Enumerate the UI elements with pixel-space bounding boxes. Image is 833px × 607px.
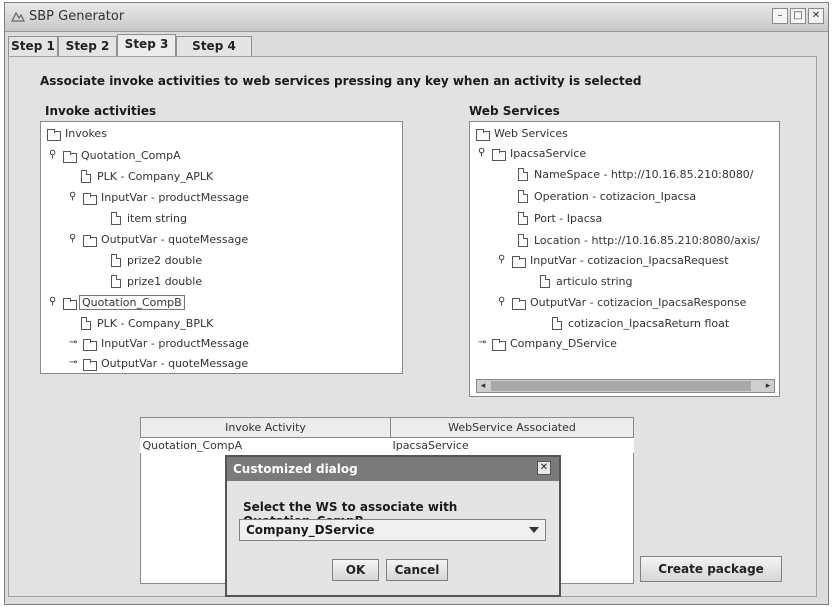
- folder-icon: [83, 339, 97, 351]
- collapsed-handle-icon[interactable]: ⊸: [69, 337, 77, 348]
- tab-step-4[interactable]: Step 4: [176, 36, 252, 56]
- tree-node-cotizacion-return[interactable]: cotizacion_IpacsaReturn float: [568, 317, 729, 330]
- document-icon: [518, 168, 528, 181]
- column-header-webservice-associated[interactable]: WebService Associated: [390, 417, 634, 438]
- ws-select-value: Company_DService: [246, 523, 375, 537]
- tree-node-ipacsa-service[interactable]: IpacsaService: [510, 147, 586, 160]
- document-icon: [518, 190, 528, 203]
- tree-node-plk-a[interactable]: PLK - Company_APLK: [97, 170, 213, 183]
- document-icon: [81, 317, 91, 330]
- app-icon: [11, 11, 25, 22]
- table-row[interactable]: Quotation_CompA IpacsaService: [141, 438, 634, 454]
- tree-node-company-dservice[interactable]: Company_DService: [510, 337, 617, 350]
- expand-handle-icon[interactable]: ⚲: [49, 149, 56, 160]
- title-bar[interactable]: SBP Generator – □ ✕: [5, 3, 828, 32]
- tree-node-prize1[interactable]: prize1 double: [127, 275, 202, 288]
- document-icon: [518, 234, 528, 247]
- collapsed-handle-icon[interactable]: ⊸: [478, 337, 486, 348]
- association-table[interactable]: Invoke Activity WebService Associated Qu…: [140, 417, 634, 453]
- tree-node-ws-inputvar[interactable]: InputVar - cotizacion_IpacsaRequest: [530, 254, 729, 267]
- folder-icon: [47, 129, 61, 141]
- document-icon: [540, 275, 550, 288]
- scroll-left-icon[interactable]: ◂: [477, 380, 489, 392]
- document-icon: [81, 170, 91, 183]
- maximize-button[interactable]: □: [790, 8, 806, 24]
- scrollbar-thumb[interactable]: [491, 381, 751, 391]
- horizontal-scrollbar[interactable]: ◂ ▸: [476, 379, 775, 393]
- tab-step-2[interactable]: Step 2: [58, 36, 117, 56]
- window-title: SBP Generator: [29, 9, 125, 24]
- collapsed-handle-icon[interactable]: ⊸: [69, 357, 77, 368]
- document-icon: [111, 275, 121, 288]
- tree-node-outputvar-a[interactable]: OutputVar - quoteMessage: [101, 233, 248, 246]
- chevron-down-icon[interactable]: [529, 527, 539, 533]
- folder-icon: [63, 151, 77, 163]
- table-cell[interactable]: Quotation_CompA: [141, 438, 391, 454]
- tree-node-namespace[interactable]: NameSpace - http://10.16.85.210:8080/: [534, 168, 754, 181]
- invoke-tree[interactable]: Invokes ⚲ Quotation_CompA PLK - Company_…: [40, 121, 403, 374]
- cancel-button[interactable]: Cancel: [386, 559, 448, 581]
- tree-node-inputvar-a[interactable]: InputVar - productMessage: [101, 191, 249, 204]
- tree-node-quotation-compb[interactable]: Quotation_CompB: [79, 295, 185, 310]
- folder-icon: [492, 149, 506, 161]
- folder-icon: [512, 298, 526, 310]
- folder-icon: [512, 256, 526, 268]
- tree-node-port[interactable]: Port - Ipacsa: [534, 212, 602, 225]
- close-window-button[interactable]: ✕: [808, 8, 824, 24]
- tab-step-1[interactable]: Step 1: [8, 36, 58, 56]
- tree-node-prize2[interactable]: prize2 double: [127, 254, 202, 267]
- document-icon: [552, 317, 562, 330]
- minimize-button[interactable]: –: [772, 8, 788, 24]
- dialog-title-bar[interactable]: Customized dialog ✕: [227, 457, 559, 481]
- folder-icon: [83, 359, 97, 371]
- document-icon: [111, 212, 121, 225]
- create-package-button[interactable]: Create package: [640, 556, 782, 582]
- dialog-close-icon[interactable]: ✕: [537, 461, 551, 475]
- invoke-activities-title: Invoke activities: [45, 104, 157, 118]
- web-services-title: Web Services: [469, 104, 560, 118]
- expand-handle-icon[interactable]: ⚲: [69, 191, 76, 202]
- folder-icon: [63, 298, 77, 310]
- folder-icon: [83, 235, 97, 247]
- expand-handle-icon[interactable]: ⚲: [478, 147, 485, 158]
- tree-node-quotation-compa[interactable]: Quotation_CompA: [81, 149, 181, 162]
- tab-step-3[interactable]: Step 3: [117, 34, 176, 57]
- dialog-title: Customized dialog: [233, 462, 358, 476]
- ok-button[interactable]: OK: [332, 559, 379, 581]
- customized-dialog: Customized dialog ✕ Select the WS to ass…: [225, 455, 561, 597]
- scroll-right-icon[interactable]: ▸: [762, 380, 774, 392]
- document-icon: [111, 254, 121, 267]
- column-header-invoke-activity[interactable]: Invoke Activity: [140, 417, 391, 438]
- tree-node-ws-outputvar[interactable]: OutputVar - cotizacion_IpacsaResponse: [530, 296, 746, 309]
- web-services-tree[interactable]: Web Services ⚲ IpacsaService NameSpace -…: [469, 121, 780, 397]
- tree-node-plk-b[interactable]: PLK - Company_BPLK: [97, 317, 213, 330]
- tree-node-item[interactable]: item string: [127, 212, 187, 225]
- tree-node-operation[interactable]: Operation - cotizacion_Ipacsa: [534, 190, 696, 203]
- tree-node-invokes[interactable]: Invokes: [65, 127, 107, 140]
- folder-icon: [492, 339, 506, 351]
- expand-handle-icon[interactable]: ⚲: [69, 233, 76, 244]
- document-icon: [518, 212, 528, 225]
- folder-icon: [476, 129, 490, 141]
- expand-handle-icon[interactable]: ⚲: [49, 296, 56, 307]
- expand-handle-icon[interactable]: ⚲: [498, 254, 505, 265]
- folder-icon: [83, 193, 97, 205]
- expand-handle-icon[interactable]: ⚲: [498, 296, 505, 307]
- tree-node-articulo[interactable]: articulo string: [556, 275, 633, 288]
- tree-node-location[interactable]: Location - http://10.16.85.210:8080/axis…: [534, 234, 760, 247]
- ws-select-combobox[interactable]: Company_DService: [239, 519, 546, 541]
- instruction-text: Associate invoke activities to web servi…: [40, 74, 642, 88]
- table-cell[interactable]: IpacsaService: [391, 438, 634, 454]
- tree-node-web-services[interactable]: Web Services: [494, 127, 568, 140]
- tree-node-outputvar-b[interactable]: OutputVar - quoteMessage: [101, 357, 248, 370]
- tree-node-inputvar-b[interactable]: InputVar - productMessage: [101, 337, 249, 350]
